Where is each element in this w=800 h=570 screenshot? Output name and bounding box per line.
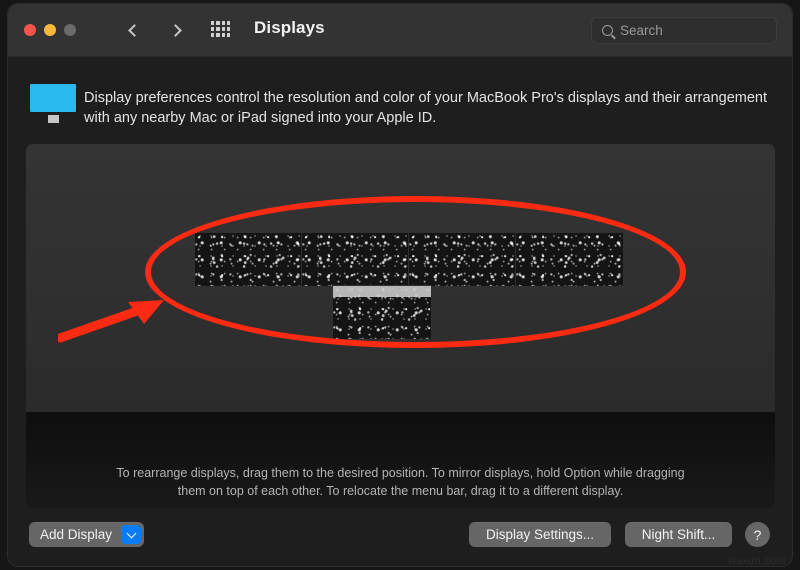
watermark: wsxdn.com bbox=[728, 555, 786, 567]
screenshot-root: Displays Search Display preferences cont… bbox=[0, 0, 800, 570]
arrangement-hint-line-1: To rearrange displays, drag them to the … bbox=[116, 466, 685, 480]
pointer-arrow-annotation bbox=[58, 300, 164, 343]
display-thumbnail-1[interactable] bbox=[195, 233, 302, 286]
window-titlebar: Displays Search bbox=[8, 4, 792, 57]
chevron-left-icon bbox=[128, 23, 141, 37]
chevron-down-icon[interactable] bbox=[121, 525, 142, 544]
arrangement-hint-line-2: them on top of each other. To relocate t… bbox=[177, 484, 624, 498]
window-footer: Add Display Display Settings... Night Sh… bbox=[8, 508, 792, 566]
display-settings-button[interactable]: Display Settings... bbox=[469, 522, 611, 547]
back-button[interactable] bbox=[120, 17, 146, 43]
window-title: Displays bbox=[254, 18, 325, 37]
night-shift-button[interactable]: Night Shift... bbox=[625, 522, 732, 547]
search-icon bbox=[602, 25, 613, 36]
display-thumbnail-4[interactable] bbox=[516, 233, 623, 286]
help-button[interactable]: ? bbox=[745, 522, 770, 547]
add-display-button[interactable]: Add Display bbox=[29, 522, 145, 547]
arrangement-hint: To rearrange displays, drag them to the … bbox=[26, 464, 775, 500]
chevron-right-icon bbox=[169, 23, 182, 37]
intro-section: Display preferences control the resoluti… bbox=[8, 57, 792, 142]
display-thumbnail-2[interactable] bbox=[302, 233, 409, 286]
add-display-label: Add Display bbox=[40, 527, 113, 542]
intro-description: Display preferences control the resoluti… bbox=[84, 90, 768, 126]
forward-button[interactable] bbox=[164, 17, 190, 43]
close-button-icon[interactable] bbox=[24, 24, 36, 36]
display-monitor-icon bbox=[29, 83, 77, 125]
zoom-button-icon[interactable] bbox=[64, 24, 76, 36]
display-thumbnail-3[interactable] bbox=[409, 233, 516, 286]
search-field[interactable]: Search bbox=[591, 17, 777, 44]
menu-bar-indicator[interactable] bbox=[333, 286, 431, 297]
show-all-grid-icon[interactable] bbox=[211, 21, 230, 37]
search-placeholder: Search bbox=[620, 23, 663, 38]
traffic-lights bbox=[24, 24, 76, 36]
minimize-button-icon[interactable] bbox=[44, 24, 56, 36]
display-thumbnail-main[interactable] bbox=[333, 286, 431, 339]
displays-preferences-window: Displays Search Display preferences cont… bbox=[8, 4, 792, 566]
